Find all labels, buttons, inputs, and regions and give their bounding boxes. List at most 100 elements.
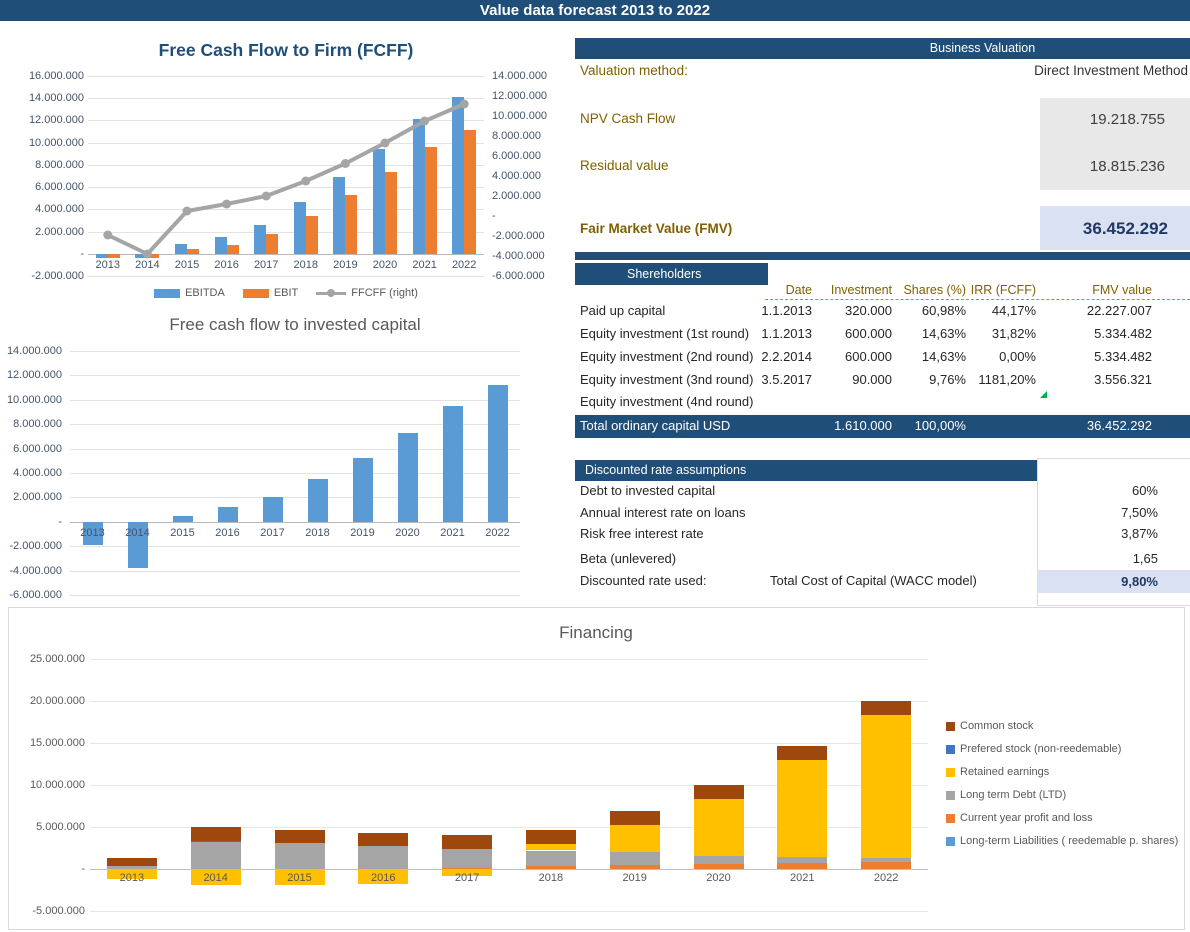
legend-swatch (946, 814, 955, 823)
fmv-value[interactable]: 36.452.292 (1040, 219, 1168, 239)
left-axis-tick: 4.000.000 (10, 203, 84, 215)
left-axis-tick: 2.000.000 (0, 491, 62, 503)
bar-ebitda-2021 (413, 119, 425, 253)
x-axis-label: 2013 (88, 259, 128, 272)
bar-ebit-2022 (464, 130, 476, 253)
stack-2020 (694, 785, 744, 799)
x-axis-label: 2022 (856, 872, 916, 885)
bar-ebit-2018 (306, 216, 318, 254)
x-axis-label: 2020 (365, 259, 405, 272)
bar-ebit-2021 (425, 147, 437, 254)
stack-2021 (777, 857, 827, 863)
right-axis-tick: -4.000.000 (492, 250, 564, 262)
right-axis-tick: -6.000.000 (492, 270, 564, 282)
left-axis-tick: 10.000.000 (10, 779, 85, 791)
residual-label: Residual value (580, 158, 669, 173)
stack-2021 (777, 863, 827, 869)
legend-label: Prefered stock (non-reedemable) (960, 743, 1121, 755)
fcff-chart-title: Free Cash Flow to Firm (FCFF) (86, 40, 486, 61)
left-axis-tick: 15.000.000 (10, 737, 85, 749)
legend-item: Long term Debt (LTD) (946, 789, 1184, 801)
left-axis-tick: - (0, 516, 62, 528)
x-axis-label: 2017 (246, 259, 286, 272)
x-axis-label: 2013 (73, 527, 113, 540)
stack-2017 (442, 835, 492, 849)
legend-item: Common stock (946, 720, 1184, 732)
assumption-value[interactable]: 60% (1040, 483, 1158, 498)
row-value[interactable]: 5.334.482 (575, 326, 1152, 341)
row-value[interactable]: 22.227.007 (575, 303, 1152, 318)
npv-value[interactable]: 19.218.755 (1040, 111, 1165, 128)
stack-2017 (442, 849, 492, 868)
legend-swatch (946, 722, 955, 731)
assumption-value[interactable]: 7,50% (1040, 505, 1158, 520)
green-flag-icon (1040, 391, 1047, 398)
bar-fcf-2021 (443, 406, 463, 522)
bar-fcf-2015 (173, 516, 193, 522)
stack-2019 (610, 825, 660, 852)
x-axis-label: 2019 (325, 259, 365, 272)
assumption-value[interactable]: 3,87% (1040, 526, 1158, 541)
invested-chart-title: Free cash flow to invested capital (95, 315, 495, 335)
stack-2020 (694, 799, 744, 857)
legend-swatch (946, 791, 955, 800)
x-axis-label: 2015 (163, 527, 203, 540)
left-axis-tick: - (10, 863, 85, 875)
x-axis-label: 2020 (689, 872, 749, 885)
stack-2019 (610, 811, 660, 825)
stack-2013 (107, 858, 157, 866)
line-marker (341, 159, 350, 168)
row-value[interactable]: 5.334.482 (575, 349, 1152, 364)
line-marker (262, 192, 271, 201)
stack-2018 (526, 866, 576, 869)
gridline (90, 743, 928, 744)
wacc-model-text: Total Cost of Capital (WACC model) (770, 573, 977, 588)
legend-swatch (154, 289, 180, 298)
x-axis-label: 2021 (772, 872, 832, 885)
stack-2022 (861, 715, 911, 858)
panel-divider (575, 252, 1190, 260)
gridline (70, 400, 520, 401)
stack-2018 (526, 844, 576, 850)
stack-2020 (694, 864, 744, 869)
legend-item: Current year profit and loss (946, 812, 1184, 824)
assumption-value[interactable]: 1,65 (1040, 551, 1158, 566)
legend-label: EBITDA (185, 287, 225, 299)
residual-value[interactable]: 18.815.236 (1040, 158, 1165, 175)
stack-2018 (526, 851, 576, 867)
gridline (70, 571, 520, 572)
right-axis-tick: 8.000.000 (492, 130, 564, 142)
gridline (88, 143, 484, 144)
stack-2020 (694, 856, 744, 864)
legend-item: FFCFF (right) (316, 287, 418, 299)
wacc-value[interactable]: 9,80% (1040, 574, 1158, 589)
stack-2015 (275, 843, 325, 869)
x-axis-label: 2014 (186, 872, 246, 885)
financing-chart-title: Financing (396, 623, 796, 643)
left-axis-tick: 14.000.000 (0, 345, 62, 357)
shareholders-header: Shereholders (575, 263, 768, 285)
row-label: Equity investment (4nd round) (580, 394, 753, 409)
legend-label: Long term Debt (LTD) (960, 789, 1066, 801)
legend-line-swatch (316, 288, 346, 298)
legend-swatch (946, 768, 955, 777)
right-axis-tick: 10.000.000 (492, 110, 564, 122)
legend-swatch (243, 289, 269, 298)
dashboard-page: Value data forecast 2013 to 2022 Free Ca… (0, 0, 1190, 932)
row-value[interactable]: 3.556.321 (575, 372, 1152, 387)
left-axis-tick: 16.000.000 (10, 70, 84, 82)
left-axis-tick: 12.000.000 (10, 114, 84, 126)
legend-item: Retained earnings (946, 766, 1184, 778)
left-axis-tick: - (10, 248, 84, 260)
column-header-underline (765, 299, 1190, 300)
gridline (88, 276, 484, 277)
bar-ebitda-2016 (215, 237, 227, 254)
legend-swatch (946, 837, 955, 846)
bar-ebitda-2017 (254, 225, 266, 254)
right-axis-tick: - (492, 210, 564, 222)
bar-ebit-2019 (345, 195, 357, 254)
legend-label: Long-term Liabilities ( reedemable p. sh… (960, 835, 1178, 847)
valuation-method-value[interactable]: Direct Investment Method (890, 63, 1188, 78)
financing-legend: Common stock Prefered stock (non-reedemab… (946, 720, 1184, 847)
x-axis-label: 2017 (253, 527, 293, 540)
